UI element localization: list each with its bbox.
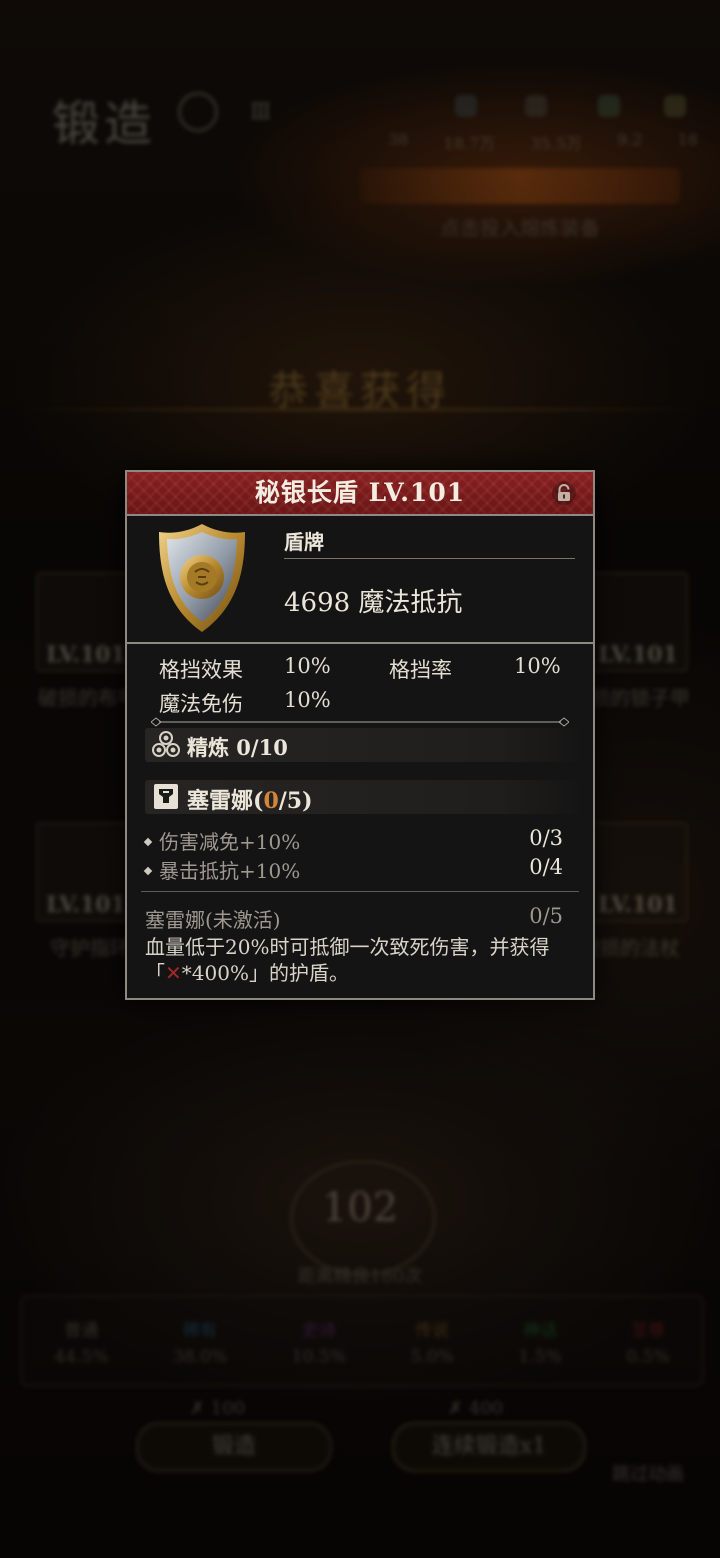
set-status: 塞雷娜(未激活)	[145, 908, 281, 932]
set-current-count: 0	[263, 788, 279, 814]
attr-label: 格挡效果	[159, 658, 243, 682]
attr-value: 10%	[284, 688, 331, 712]
attr-value: 10%	[284, 654, 331, 678]
attr-label: 魔法免伤	[159, 692, 243, 716]
set-bonus-count: 0/3	[529, 826, 563, 850]
set-status-count: 0/5	[529, 904, 563, 928]
section-divider	[141, 891, 579, 892]
set-bonus-count: 0/4	[529, 855, 563, 879]
item-tooltip: 秘银长盾 LV.101 盾牌 4698 魔法抵抗 格挡效果 10% 格挡率 10…	[125, 470, 595, 1000]
main-stat: 4698 魔法抵抗	[284, 588, 463, 618]
type-divider	[284, 558, 575, 559]
armor-set-icon	[154, 784, 178, 809]
bullet-icon	[143, 837, 153, 846]
item-type: 盾牌	[284, 530, 324, 554]
set-bonus-text: 伤害减免+10%	[159, 830, 301, 854]
ornament-divider	[151, 717, 569, 727]
set-description: 血量低于20%时可抵御一次致死伤害，并获得 「✕*400%」的护盾。	[145, 934, 579, 986]
item-title-bar: 秘银长盾 LV.101	[127, 472, 593, 516]
item-summary: 盾牌 4698 魔法抵抗	[127, 516, 593, 644]
refine-gem-icon	[152, 731, 180, 757]
set-bonus-row: 暴击抵抗+10% 0/4	[143, 855, 563, 883]
set-section: 塞雷娜(0/5)	[145, 780, 585, 814]
set-description-line: 血量低于20%时可抵御一次致死伤害，并获得	[145, 935, 550, 959]
set-name: 塞雷娜(0/5)	[187, 783, 313, 815]
bullet-icon	[143, 866, 153, 875]
set-name-text: 塞雷娜	[187, 788, 254, 814]
attribute-list: 格挡效果 10% 格挡率 10% 魔法免伤 10%	[127, 644, 593, 724]
item-title: 秘银长盾 LV.101	[254, 478, 466, 507]
set-description-prefix: 「	[145, 961, 165, 985]
refine-progress: 精炼 0/10	[187, 735, 288, 760]
set-bonus-text: 暴击抵抗+10%	[159, 859, 301, 883]
set-description-suffix: *400%」的护盾。	[181, 961, 349, 985]
set-open-paren: (	[253, 788, 264, 814]
refine-section: 精炼 0/10	[145, 728, 585, 762]
set-total-count: /5)	[278, 788, 313, 814]
attr-value: 10%	[514, 654, 561, 678]
set-bonus-row: 伤害减免+10% 0/3	[143, 826, 563, 854]
lock-icon[interactable]	[551, 480, 577, 506]
attr-label: 格挡率	[389, 658, 452, 682]
crossed-swords-icon: ✕	[165, 961, 182, 985]
shield-icon	[159, 524, 245, 632]
